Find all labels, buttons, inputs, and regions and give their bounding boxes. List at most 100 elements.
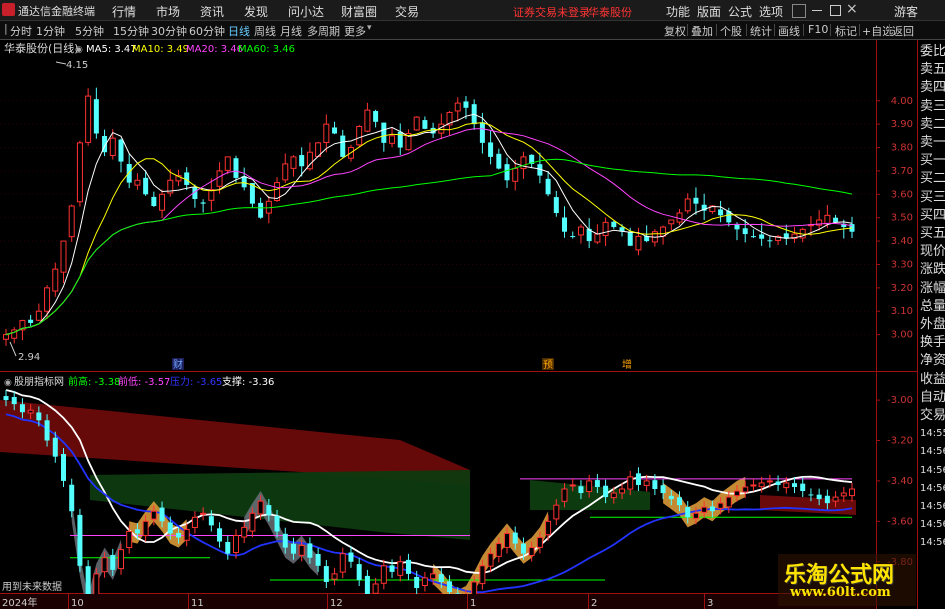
- indicator-candle-down: [282, 533, 288, 548]
- tool-overlay[interactable]: 叠加: [691, 23, 713, 39]
- candle-up: [224, 156, 231, 171]
- menu-ask[interactable]: 问小达: [288, 3, 324, 20]
- period-weekly[interactable]: 周线: [254, 23, 276, 39]
- quote-panel-label: 买四: [920, 207, 945, 223]
- indicator-candle-up: [750, 484, 757, 487]
- tool-mark[interactable]: 标记: [835, 23, 857, 39]
- indicator-candle-up: [331, 573, 338, 580]
- candle-down: [718, 209, 724, 216]
- indicator-candle-up: [504, 532, 511, 548]
- quote-panel-label: 自动: [920, 389, 945, 405]
- candle-down: [767, 240, 773, 242]
- tool-f10[interactable]: F10: [808, 23, 828, 36]
- candle-up: [68, 205, 75, 238]
- menu-trade[interactable]: 交易: [395, 3, 419, 20]
- candle-up: [44, 287, 51, 312]
- candle-up: [282, 163, 289, 181]
- indicator-candle-down: [520, 543, 526, 554]
- candle-down: [833, 217, 839, 223]
- candle-down: [118, 139, 124, 162]
- menu-function[interactable]: 功能: [666, 3, 690, 20]
- chart-area[interactable]: 华泰股份(日线) ◉ MA5: 3.47 MA10: 3.49 MA20: 3.…: [0, 40, 917, 609]
- candle-down: [422, 120, 428, 129]
- candle-down: [479, 122, 485, 143]
- high-label: 4.15: [66, 60, 88, 71]
- indicator-candle-up: [528, 547, 535, 556]
- indicator-candle-down: [69, 484, 75, 512]
- event-financial: 财: [173, 358, 183, 371]
- indicator-tick-label: -3.20: [887, 436, 913, 447]
- login-status: 证券交易未登录: [513, 6, 590, 19]
- tool-adjust[interactable]: 复权: [664, 23, 686, 39]
- period-30min[interactable]: 30分钟: [151, 23, 187, 39]
- price-tick-label: 3.60: [891, 189, 913, 200]
- indicator-candle-up: [619, 488, 626, 494]
- menu-wealth[interactable]: 财富圈: [341, 3, 377, 20]
- prev-high-label: 前高: -3.38: [68, 375, 120, 388]
- period-multi[interactable]: 多周期: [307, 23, 340, 39]
- indicator-candle-up: [232, 534, 239, 554]
- menu-news[interactable]: 资讯: [200, 3, 224, 20]
- period-1min[interactable]: 1分钟: [36, 23, 65, 39]
- menu-quotes[interactable]: 行情: [112, 3, 136, 20]
- date-feb: 2: [591, 598, 597, 609]
- price-tick-label: 3.30: [891, 259, 913, 270]
- user-label[interactable]: 游客: [894, 3, 918, 20]
- more-chevron-icon[interactable]: ▾: [367, 23, 372, 33]
- price-tick-label: 4.00: [891, 96, 913, 107]
- indicator-candle-up: [783, 482, 790, 489]
- indicator-candle-up: [150, 510, 157, 520]
- menu-bar: 通达信金融终端 行情 市场 资讯 发现 问小达 财富圈 交易 证券交易未登录 华…: [0, 0, 945, 21]
- period-timeshare[interactable]: 分时: [10, 23, 32, 39]
- date-oct: 10: [71, 598, 84, 609]
- indicator-candle-up: [627, 476, 634, 490]
- tool-stats[interactable]: 统计: [750, 23, 772, 39]
- menu-options[interactable]: 选项: [759, 3, 783, 20]
- price-tick-label: 3.70: [891, 166, 913, 177]
- price-tick-label: 3.00: [891, 330, 913, 341]
- tool-back[interactable]: 返回: [892, 23, 914, 39]
- indicator-candle-up: [717, 502, 724, 509]
- candle-up: [52, 268, 59, 292]
- period-15min[interactable]: 15分钟: [113, 23, 149, 39]
- period-60min[interactable]: 60分钟: [189, 23, 225, 39]
- candle-down: [381, 122, 387, 143]
- period-5min[interactable]: 5分钟: [75, 23, 104, 39]
- indicator-candle-up: [241, 526, 248, 538]
- period-daily[interactable]: 日线: [228, 23, 250, 39]
- menu-discover[interactable]: 发现: [244, 3, 268, 20]
- period-more[interactable]: 更多: [344, 23, 366, 39]
- indicator-candle-down: [266, 505, 272, 516]
- indicator-candle-down: [44, 420, 50, 441]
- menu-layout[interactable]: 版面: [697, 3, 721, 20]
- menu-market[interactable]: 市场: [156, 3, 180, 20]
- menu-formula[interactable]: 公式: [728, 3, 752, 20]
- candle-down: [233, 158, 239, 178]
- candle-up: [3, 334, 9, 340]
- period-monthly[interactable]: 月线: [280, 23, 302, 39]
- toolbar-arrow-icon[interactable]: |: [4, 22, 8, 35]
- indicator-candle-down: [159, 507, 165, 522]
- tool-stock[interactable]: 个股: [720, 23, 742, 39]
- indicator-candle-up: [479, 565, 486, 585]
- indicator-candle-down: [792, 483, 798, 487]
- close-icon[interactable]: ×: [846, 1, 858, 17]
- indicator-candle-down: [110, 554, 116, 570]
- skin-icon[interactable]: [792, 4, 806, 18]
- indicator-candle-down: [348, 552, 354, 562]
- indicator-candle-down: [208, 516, 214, 526]
- tool-draw[interactable]: 画线: [778, 23, 800, 39]
- indicator-candle-up: [27, 409, 34, 414]
- minimize-icon[interactable]: [812, 10, 822, 11]
- indicator-candle-up: [249, 512, 256, 532]
- price-tick-label: 3.50: [891, 213, 913, 224]
- indicator-candle-up: [849, 488, 855, 497]
- quote-panel-label: 14:56: [920, 464, 945, 476]
- app-title: 通达信金融终端: [18, 5, 95, 18]
- indicator-candle-down: [389, 565, 395, 572]
- candle-down: [750, 236, 756, 238]
- maximize-icon[interactable]: [830, 5, 841, 16]
- candle-up: [35, 310, 42, 321]
- candle-up: [76, 142, 83, 203]
- candle-down: [340, 135, 346, 157]
